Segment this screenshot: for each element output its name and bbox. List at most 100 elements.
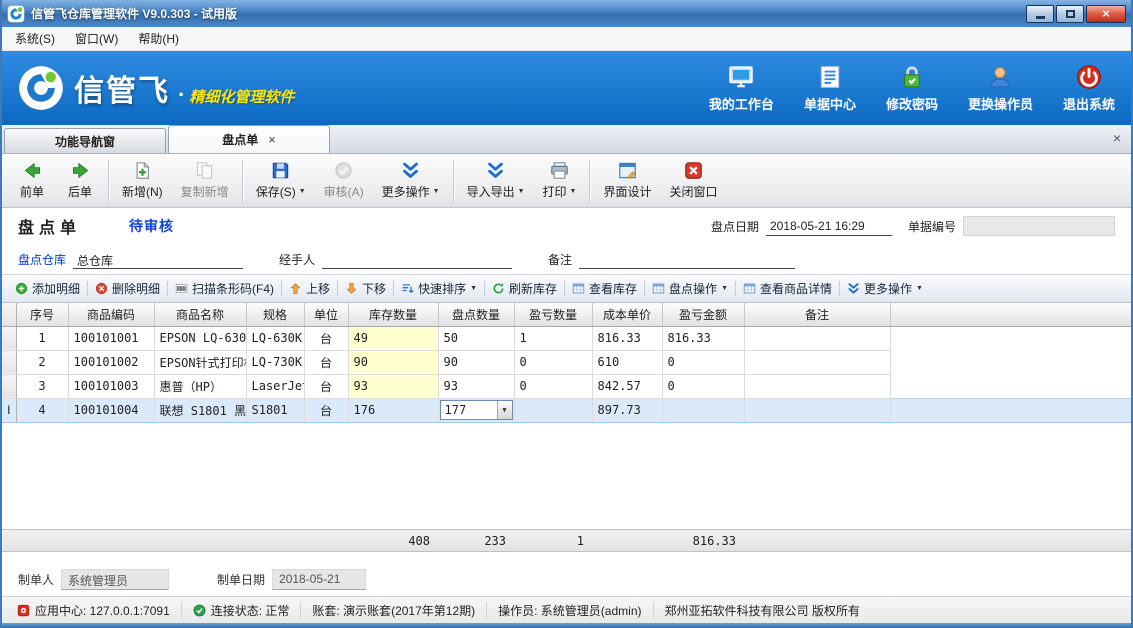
menu-system[interactable]: 系统(S) xyxy=(5,27,65,50)
cell-count_qty[interactable]: 90 xyxy=(438,350,514,374)
menu-help[interactable]: 帮助(H) xyxy=(128,27,189,50)
cell-name[interactable]: EPSON针式打印机 xyxy=(154,350,246,374)
handler-field[interactable] xyxy=(322,250,512,269)
warehouse-field[interactable]: 总仓库 xyxy=(73,250,243,269)
toolbar-ui-design-button[interactable]: 界面设计 xyxy=(594,157,660,204)
cell-stock_qty[interactable]: 93 xyxy=(348,374,438,398)
cell-unit[interactable]: 台 xyxy=(304,350,348,374)
cell-seq[interactable]: 2 xyxy=(16,350,68,374)
cell-diff_qty[interactable]: 1 xyxy=(514,326,592,350)
maximize-button[interactable] xyxy=(1056,5,1084,23)
column-header[interactable]: 商品编码 xyxy=(68,303,154,326)
table-row-4[interactable]: I4100101004联想 S1801 黑白激S1801台176177▼897.… xyxy=(2,398,1131,422)
cell-diff_amount[interactable] xyxy=(662,398,744,422)
cell-stock_qty[interactable]: 176 xyxy=(348,398,438,422)
cell-unit[interactable]: 台 xyxy=(304,326,348,350)
banner-action-document-center[interactable]: 单据中心 xyxy=(804,64,856,113)
banner-action-my-workbench[interactable]: 我的工作台 xyxy=(709,64,774,113)
column-header[interactable]: 成本单价 xyxy=(592,303,662,326)
cell-count_qty[interactable]: 93 xyxy=(438,374,514,398)
tab-close-icon[interactable]: × xyxy=(268,133,276,146)
column-header[interactable]: 规格 xyxy=(246,303,304,326)
column-header[interactable]: 盈亏数量 xyxy=(514,303,592,326)
cell-code[interactable]: 100101003 xyxy=(68,374,154,398)
cell-stock_qty[interactable]: 49 xyxy=(348,326,438,350)
cell-diff_amount[interactable]: 0 xyxy=(662,350,744,374)
count-qty-editor[interactable]: 177▼ xyxy=(440,400,513,420)
cell-count_qty[interactable]: 50 xyxy=(438,326,514,350)
cell-diff_amount[interactable]: 816.33 xyxy=(662,326,744,350)
detail-view-stock-button[interactable]: 查看库存 xyxy=(565,280,644,297)
detail-move-down-button[interactable]: 下移 xyxy=(338,280,393,297)
menu-window[interactable]: 窗口(W) xyxy=(65,27,128,50)
cell-diff_qty[interactable] xyxy=(514,398,592,422)
cell-spec[interactable]: LQ-730K xyxy=(246,350,304,374)
cell-name[interactable]: EPSON LQ-630K xyxy=(154,326,246,350)
banner-action-change-password[interactable]: 修改密码 xyxy=(886,64,938,113)
cell-unit[interactable]: 台 xyxy=(304,374,348,398)
column-header[interactable]: 序号 xyxy=(16,303,68,326)
tab-function-nav[interactable]: 功能导航窗 xyxy=(4,128,166,153)
titlebar[interactable]: 信管飞仓库管理软件 V9.0.303 - 试用版 × xyxy=(2,0,1131,27)
cell-seq[interactable]: 3 xyxy=(16,374,68,398)
detail-more-ops-button[interactable]: 更多操作▼ xyxy=(840,280,930,297)
column-header[interactable]: 单位 xyxy=(304,303,348,326)
detail-count-ops-button[interactable]: 盘点操作▼ xyxy=(645,280,735,297)
toolbar-import-export-button[interactable]: 导入导出▼ xyxy=(458,157,534,204)
cell-spec[interactable]: LQ-630K xyxy=(246,326,304,350)
toolbar-copy-new-button[interactable]: 复制新增 xyxy=(172,157,238,204)
column-header[interactable]: 商品名称 xyxy=(154,303,246,326)
cell-remark[interactable] xyxy=(744,374,890,398)
cell-cost_price[interactable]: 610 xyxy=(592,350,662,374)
column-header[interactable]: 库存数量 xyxy=(348,303,438,326)
minimize-button[interactable] xyxy=(1026,5,1054,23)
table-row-3[interactable]: 3100101003惠普（HP）LaserJet台93930842.570 xyxy=(2,374,1131,398)
cell-diff_qty[interactable]: 0 xyxy=(514,350,592,374)
cell-code[interactable]: 100101004 xyxy=(68,398,154,422)
cell-unit[interactable]: 台 xyxy=(304,398,348,422)
detail-refresh-stock-button[interactable]: 刷新库存 xyxy=(485,280,564,297)
cell-spec[interactable]: LaserJet xyxy=(246,374,304,398)
table-row-1[interactable]: 1100101001EPSON LQ-630KLQ-630K台49501816.… xyxy=(2,326,1131,350)
banner-action-switch-operator[interactable]: 更换操作员 xyxy=(968,64,1033,113)
detail-add-detail-button[interactable]: 添加明细 xyxy=(8,280,87,297)
cell-diff_qty[interactable]: 0 xyxy=(514,374,592,398)
toolbar-new-button[interactable]: 新增(N) xyxy=(113,157,172,204)
detail-quick-sort-button[interactable]: 快速排序▼ xyxy=(394,280,484,297)
toolbar-close-window-button[interactable]: 关闭窗口 xyxy=(661,157,727,204)
tabstrip-close-icon[interactable]: × xyxy=(1113,130,1121,146)
cell-cost_price[interactable]: 842.57 xyxy=(592,374,662,398)
table-row-2[interactable]: 2100101002EPSON针式打印机LQ-730K台909006100 xyxy=(2,350,1131,374)
detail-view-product-detail-button[interactable]: 查看商品详情 xyxy=(736,280,839,297)
cell-count_qty[interactable]: 177▼ xyxy=(438,398,514,422)
close-button[interactable]: × xyxy=(1086,5,1126,23)
cell-seq[interactable]: 1 xyxy=(16,326,68,350)
toolbar-prev-doc-button[interactable]: 前单 xyxy=(8,157,56,204)
banner-action-exit-system[interactable]: 退出系统 xyxy=(1063,64,1115,113)
detail-delete-detail-button[interactable]: 删除明细 xyxy=(88,280,167,297)
toolbar-next-doc-button[interactable]: 后单 xyxy=(56,157,104,204)
cell-remark[interactable] xyxy=(744,326,890,350)
editor-dropdown-button[interactable]: ▼ xyxy=(497,401,512,419)
cell-seq[interactable]: 4 xyxy=(16,398,68,422)
cell-name[interactable]: 联想 S1801 黑白激 xyxy=(154,398,246,422)
cell-code[interactable]: 100101001 xyxy=(68,326,154,350)
cell-name[interactable]: 惠普（HP） xyxy=(154,374,246,398)
cell-spec[interactable]: S1801 xyxy=(246,398,304,422)
detail-scan-barcode-button[interactable]: 扫描条形码(F4) xyxy=(168,280,281,297)
column-header[interactable]: 盘点数量 xyxy=(438,303,514,326)
toolbar-print-button[interactable]: 打印▼ xyxy=(534,157,586,204)
cell-diff_amount[interactable]: 0 xyxy=(662,374,744,398)
cell-remark[interactable] xyxy=(744,350,890,374)
detail-move-up-button[interactable]: 上移 xyxy=(282,280,337,297)
cell-stock_qty[interactable]: 90 xyxy=(348,350,438,374)
toolbar-more-ops-button[interactable]: 更多操作▼ xyxy=(373,157,449,204)
cell-cost_price[interactable]: 816.33 xyxy=(592,326,662,350)
tab-stocktaking[interactable]: 盘点单× xyxy=(168,125,330,153)
remark-field[interactable] xyxy=(579,250,795,269)
cell-cost_price[interactable]: 897.73 xyxy=(592,398,662,422)
cell-code[interactable]: 100101002 xyxy=(68,350,154,374)
column-header[interactable]: 备注 xyxy=(744,303,890,326)
toolbar-audit-button[interactable]: 审核(A) xyxy=(315,157,373,204)
toolbar-save-button[interactable]: 保存(S)▼ xyxy=(247,157,315,204)
